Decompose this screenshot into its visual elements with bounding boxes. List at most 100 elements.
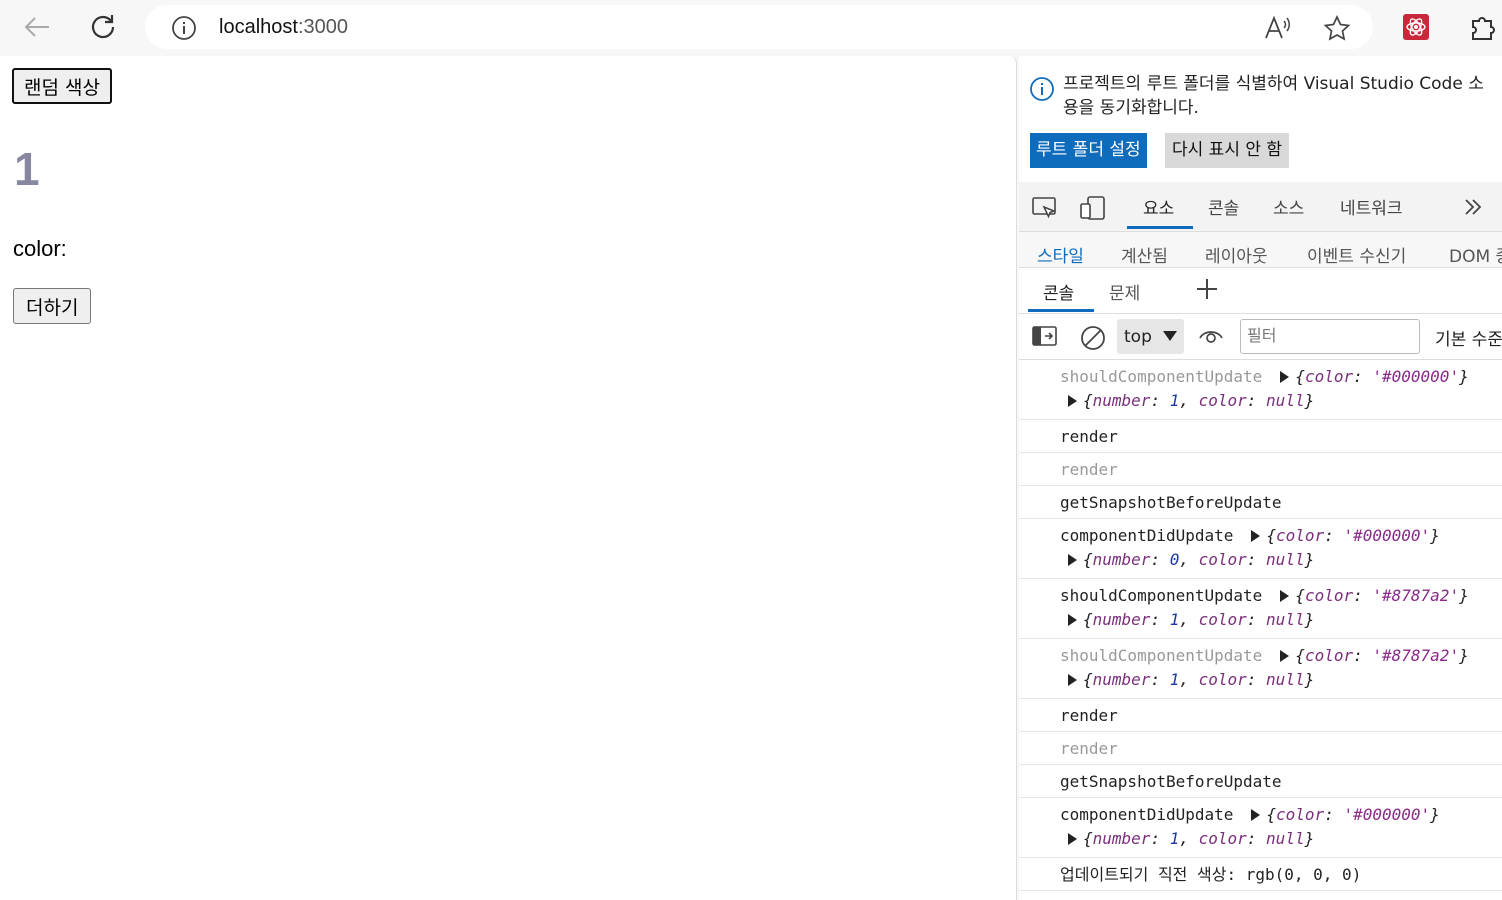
expand-triangle-icon[interactable]	[1068, 674, 1077, 686]
object-value: '#000000'	[1343, 526, 1431, 545]
console-message-line: {number: 1, color: null}	[1068, 668, 1502, 692]
brace: {	[1083, 829, 1093, 848]
console-message: render	[1019, 699, 1502, 732]
inspect-element-icon[interactable]	[1032, 196, 1058, 224]
tab-sources[interactable]: 소스	[1273, 194, 1304, 219]
console-object-arg[interactable]: {color: '#8787a2'}	[1295, 586, 1468, 605]
colon: :	[1353, 646, 1373, 665]
live-expression-eye-icon[interactable]	[1198, 325, 1224, 351]
show-sidebar-icon[interactable]	[1032, 325, 1058, 351]
console-message-line: {number: 1, color: null}	[1068, 827, 1502, 851]
extensions-icon[interactable]	[1467, 12, 1497, 42]
favorite-star-icon[interactable]	[1323, 14, 1351, 45]
object-key: number	[1092, 391, 1151, 410]
object-key: color	[1198, 829, 1247, 848]
drawer-tab-console[interactable]: 콘솔	[1043, 279, 1074, 304]
object-key: number	[1092, 550, 1151, 569]
brace: }	[1304, 550, 1315, 569]
console-messages: shouldComponentUpdate {color: '#000000'}{…	[1019, 360, 1502, 891]
tab-network[interactable]: 네트워크	[1340, 194, 1403, 219]
console-message-line: getSnapshotBeforeUpdate	[1060, 765, 1502, 798]
filter-field[interactable]	[1240, 319, 1420, 354]
react-devtools-extension-icon[interactable]	[1401, 12, 1431, 42]
clear-console-icon[interactable]	[1080, 325, 1106, 355]
read-aloud-icon[interactable]	[1263, 15, 1291, 45]
brace: }	[1430, 805, 1440, 824]
console-object-arg[interactable]: {color: '#000000'}	[1266, 526, 1439, 545]
tab-dom-breakpoints[interactable]: DOM 중	[1449, 242, 1502, 267]
add-button[interactable]: 더하기	[13, 288, 92, 324]
object-key: number	[1092, 670, 1151, 689]
refresh-button[interactable]	[88, 12, 118, 42]
console-message: render	[1019, 732, 1502, 765]
refresh-icon	[91, 15, 115, 39]
expand-triangle-icon[interactable]	[1280, 650, 1290, 662]
tab-styles[interactable]: 스타일	[1037, 242, 1084, 267]
console-message-line: shouldComponentUpdate {color: '#8787a2'}	[1060, 644, 1502, 668]
set-root-folder-button[interactable]: 루트 폴더 설정	[1030, 133, 1147, 168]
drawer-tab-issues[interactable]: 문제	[1109, 279, 1140, 304]
colon: :	[1353, 586, 1373, 605]
console-message-line: 업데이트되기 직전 색상: rgb(0, 0, 0)	[1060, 858, 1502, 891]
console-object-arg[interactable]: {number: 1, color: null}	[1083, 391, 1314, 410]
tab-event-listeners[interactable]: 이벤트 수신기	[1307, 242, 1406, 267]
filter-input[interactable]	[1247, 320, 1417, 351]
log-levels-dropdown[interactable]: 기본 수준	[1435, 325, 1502, 350]
colon: :	[1150, 610, 1170, 629]
object-key: color	[1198, 610, 1247, 629]
object-value: 1	[1169, 670, 1180, 689]
expand-triangle-icon[interactable]	[1068, 395, 1077, 407]
back-button[interactable]	[22, 12, 52, 42]
brace: {	[1083, 610, 1093, 629]
expand-triangle-icon[interactable]	[1251, 809, 1261, 821]
console-object-arg[interactable]: {number: 1, color: null}	[1083, 670, 1314, 689]
console-object-arg[interactable]: {number: 1, color: null}	[1083, 610, 1314, 629]
console-message-text: render	[1060, 460, 1118, 479]
expand-triangle-icon[interactable]	[1068, 614, 1077, 626]
console-object-arg[interactable]: {number: 1, color: null}	[1083, 829, 1314, 848]
brace: }	[1304, 829, 1315, 848]
tab-console[interactable]: 콘솔	[1208, 194, 1239, 219]
brace: }	[1304, 391, 1315, 410]
notice-message-line1: 프로젝트의 루트 폴더를 식별하여 Visual Studio Code 소	[1063, 74, 1484, 94]
console-message: render	[1019, 420, 1502, 453]
more-tabs-chevron-icon[interactable]	[1462, 196, 1484, 222]
device-emulation-icon[interactable]	[1080, 196, 1106, 224]
console-object-arg[interactable]: {color: '#000000'}	[1266, 805, 1439, 824]
brace: {	[1083, 550, 1093, 569]
page-viewport: 랜덤 색상 1 color: 더하기	[0, 56, 1017, 900]
expand-triangle-icon[interactable]	[1068, 554, 1077, 566]
console-object-arg[interactable]: {color: '#000000'}	[1295, 367, 1468, 386]
console-message-line: getSnapshotBeforeUpdate	[1060, 486, 1502, 519]
tab-layout[interactable]: 레이아웃	[1205, 242, 1268, 267]
add-tab-plus-icon[interactable]	[1195, 277, 1219, 305]
context-selector[interactable]: top	[1117, 319, 1184, 354]
console-message-line: shouldComponentUpdate {color: '#8787a2'}	[1060, 584, 1502, 608]
expand-triangle-icon[interactable]	[1068, 833, 1077, 845]
tab-computed[interactable]: 계산됨	[1121, 242, 1168, 267]
dont-show-again-button[interactable]: 다시 표시 안 함	[1165, 133, 1290, 168]
console-object-arg[interactable]: {number: 0, color: null}	[1083, 550, 1314, 569]
object-key: color	[1198, 391, 1247, 410]
console-object-arg[interactable]: {color: '#8787a2'}	[1295, 646, 1468, 665]
address-bar[interactable]: localhost:3000	[145, 5, 1373, 49]
random-color-button[interactable]: 랜덤 색상	[12, 68, 112, 104]
console-message: 업데이트되기 직전 색상: rgb(0, 0, 0)	[1019, 858, 1502, 891]
comma: ,	[1179, 829, 1199, 848]
brace: {	[1295, 586, 1305, 605]
color-label: color:	[13, 236, 67, 261]
comma: ,	[1179, 391, 1199, 410]
url-port: :3000	[297, 16, 348, 38]
console-message-text: shouldComponentUpdate	[1060, 646, 1263, 665]
expand-triangle-icon[interactable]	[1280, 590, 1290, 602]
expand-triangle-icon[interactable]	[1280, 371, 1290, 383]
site-info-icon[interactable]	[171, 15, 197, 45]
expand-triangle-icon[interactable]	[1251, 530, 1261, 542]
object-value: '#000000'	[1372, 367, 1460, 386]
comma: ,	[1179, 610, 1199, 629]
console-message-text: componentDidUpdate	[1060, 805, 1234, 824]
drawer-tabs: 콘솔 문제	[1019, 268, 1502, 314]
console-message-line: render	[1060, 420, 1502, 453]
tab-elements[interactable]: 요소	[1143, 194, 1174, 219]
brace: {	[1083, 391, 1093, 410]
